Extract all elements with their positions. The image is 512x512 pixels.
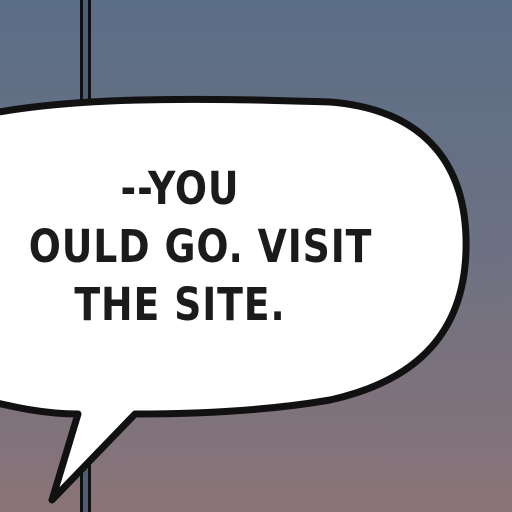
speech-line-2: OULD GO. VISIT	[28, 220, 373, 273]
speech-text: --YOU OULD GO. VISIT THE SITE.	[28, 160, 373, 334]
comic-panel: --YOU OULD GO. VISIT THE SITE.	[0, 0, 512, 512]
speech-line-3: THE SITE.	[74, 278, 286, 331]
speech-line-1: --YOU	[120, 162, 240, 215]
